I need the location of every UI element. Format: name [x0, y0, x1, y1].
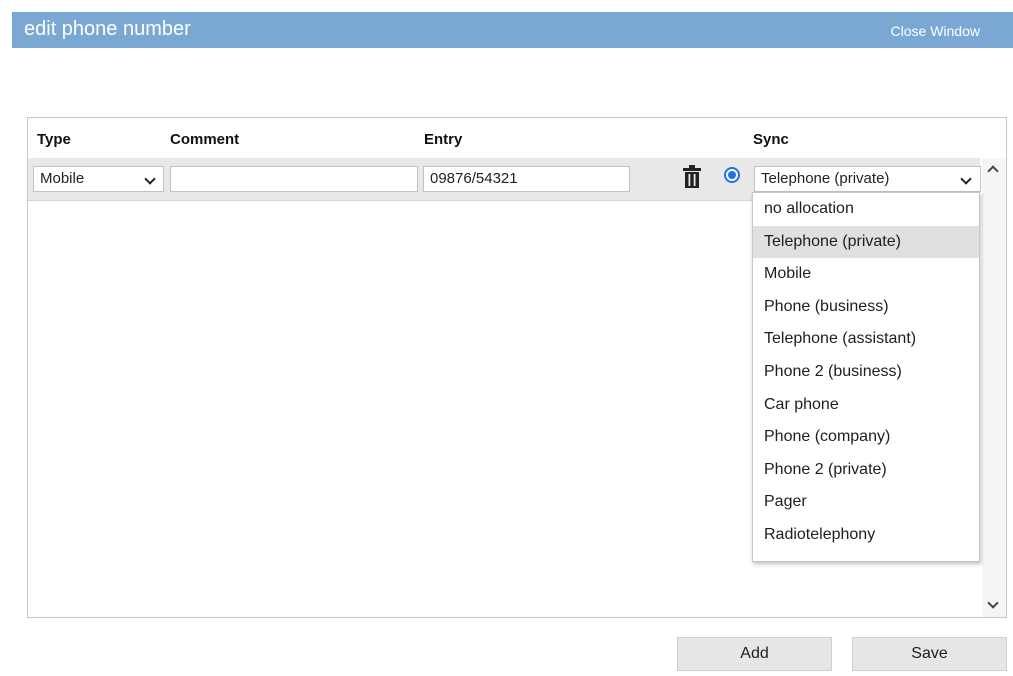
sync-select[interactable]: Telephone (private): [754, 166, 981, 192]
type-select[interactable]: Mobile: [33, 166, 164, 192]
comment-input[interactable]: [170, 166, 418, 192]
type-select-value: Mobile: [40, 170, 85, 187]
window-titlebar: edit phone number Close Window: [12, 12, 1013, 48]
sync-option[interactable]: Phone (company): [753, 421, 979, 454]
sync-option[interactable]: Phone 2 (business): [753, 356, 979, 389]
header-comment: Comment: [170, 131, 240, 148]
sync-select-value: Telephone (private): [761, 170, 890, 187]
header-type: Type: [37, 131, 71, 148]
header-sync: Sync: [753, 131, 789, 148]
sync-option[interactable]: no allocation: [753, 193, 979, 226]
sync-option[interactable]: Pager: [753, 486, 979, 519]
trash-icon[interactable]: [682, 165, 702, 189]
sync-option[interactable]: Telephone (assistant): [753, 323, 979, 356]
sync-option[interactable]: Phone 2 (private): [753, 454, 979, 487]
sync-option[interactable]: Telephone (private): [753, 225, 979, 259]
sync-option[interactable]: Phone (business): [753, 291, 979, 324]
chevron-down-icon[interactable]: [987, 597, 999, 609]
header-entry: Entry: [424, 131, 463, 148]
sync-option[interactable]: Mobile: [753, 258, 979, 291]
chevron-up-icon[interactable]: [987, 165, 999, 177]
sync-dropdown-list: no allocation Telephone (private) Mobile Ph…: [752, 192, 980, 562]
sync-option[interactable]: Car phone: [753, 389, 979, 422]
chevron-down-icon: [960, 173, 972, 185]
chevron-down-icon: [144, 173, 156, 185]
sync-option[interactable]: Radiotelephony: [753, 519, 979, 552]
entry-input[interactable]: 09876/54321: [423, 166, 630, 192]
vertical-scrollbar[interactable]: [982, 158, 1006, 617]
window-title: edit phone number: [24, 18, 191, 40]
save-button[interactable]: Save: [852, 637, 1007, 671]
add-button[interactable]: Add: [677, 637, 832, 671]
close-window-link[interactable]: Close Window: [891, 23, 980, 39]
primary-radio-icon[interactable]: [724, 167, 740, 183]
